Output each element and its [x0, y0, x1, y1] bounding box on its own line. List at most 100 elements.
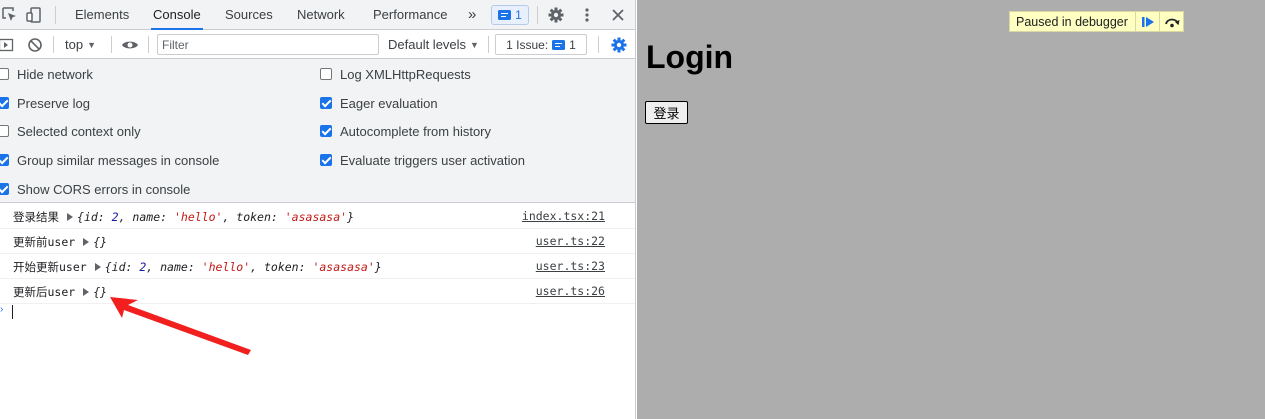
- checkbox[interactable]: [320, 154, 332, 166]
- tab-sources[interactable]: Sources: [223, 0, 275, 30]
- expand-triangle-icon[interactable]: [83, 238, 90, 246]
- issues-icon: [552, 39, 566, 50]
- option-eager-evaluation[interactable]: Eager evaluation: [320, 94, 438, 112]
- option-label: Selected context only: [17, 123, 141, 139]
- toolbar-separator: [598, 36, 599, 53]
- checkbox[interactable]: [320, 125, 332, 137]
- checkbox[interactable]: [0, 183, 9, 195]
- option-show-cors-errors[interactable]: Show CORS errors in console: [0, 180, 190, 198]
- option-label: Log XMLHttpRequests: [340, 66, 471, 82]
- paused-in-debugger-banner: Paused in debugger: [1009, 11, 1184, 32]
- source-link[interactable]: index.tsx:21: [522, 209, 605, 223]
- page-title: Login: [646, 39, 734, 75]
- source-link[interactable]: user.ts:26: [536, 284, 605, 298]
- log-label: 登录结果: [13, 210, 59, 224]
- option-group-similar[interactable]: Group similar messages in console: [0, 151, 219, 169]
- devtools-tabbar: Elements Console Sources Network Perform…: [0, 0, 635, 30]
- option-autocomplete-history[interactable]: Autocomplete from history: [320, 122, 491, 140]
- option-label: Group similar messages in console: [17, 152, 220, 168]
- log-object[interactable]: {id: 2, name: 'hello', token: 'asasasa'}: [105, 260, 382, 274]
- option-evaluate-triggers[interactable]: Evaluate triggers user activation: [320, 151, 525, 169]
- issues-button[interactable]: 1 Issue: 1: [495, 34, 587, 55]
- kebab-menu-icon[interactable]: [577, 5, 597, 25]
- log-label: 更新后user: [13, 285, 76, 299]
- console-input-cursor[interactable]: [12, 305, 13, 319]
- log-object[interactable]: {}: [93, 285, 107, 299]
- log-message: 登录结果 {id: 2, name: 'hello', token: 'asasa…: [13, 209, 354, 225]
- checkbox[interactable]: [0, 97, 9, 109]
- checkbox[interactable]: [0, 125, 9, 137]
- option-label: Preserve log: [17, 95, 90, 111]
- tabbar-separator: [537, 6, 538, 24]
- log-message: 更新后user {}: [13, 284, 107, 300]
- option-hide-network[interactable]: Hide network: [0, 65, 93, 83]
- gear-icon[interactable]: [546, 5, 566, 25]
- option-label: Evaluate triggers user activation: [340, 152, 525, 168]
- tabbar-separator: [55, 6, 56, 24]
- log-object[interactable]: {id: 2, name: 'hello', token: 'asasasa'}: [77, 210, 354, 224]
- login-button[interactable]: 登录: [645, 101, 688, 124]
- checkbox[interactable]: [0, 68, 9, 80]
- console-settings-gear-icon[interactable]: [609, 35, 629, 55]
- context-selector[interactable]: top ▼: [65, 30, 96, 59]
- step-over-icon: [1164, 18, 1179, 27]
- log-levels-value: Default levels: [388, 37, 467, 52]
- option-selected-context-only[interactable]: Selected context only: [0, 122, 141, 140]
- tab-performance[interactable]: Performance: [371, 0, 449, 30]
- issues-label: 1 Issue:: [506, 37, 549, 52]
- console-toolbar: top▼ Default levels▼ 1 Issue: 1: [0, 30, 635, 59]
- context-value: top: [65, 37, 84, 52]
- chevron-down-icon: ▼: [470, 40, 479, 50]
- messages-badge[interactable]: 1: [491, 5, 529, 25]
- log-label: 更新前user: [13, 235, 76, 249]
- tab-elements[interactable]: Elements: [73, 0, 131, 30]
- messages-count: 1: [515, 8, 522, 22]
- tab-console[interactable]: Console: [151, 0, 203, 30]
- toolbar-separator: [53, 36, 54, 53]
- toolbar-separator: [148, 36, 149, 53]
- chevron-down-icon: ▼: [87, 40, 96, 50]
- option-label: Show CORS errors in console: [17, 181, 191, 197]
- log-row: 开始更新user {id: 2, name: 'hello', token: 'a…: [0, 254, 635, 279]
- source-link[interactable]: user.ts:22: [536, 234, 605, 248]
- resume-icon: [1141, 16, 1154, 27]
- device-toolbar-icon[interactable]: [24, 5, 44, 25]
- prompt-chevron-icon: ›: [0, 304, 4, 315]
- messages-icon: [498, 10, 512, 20]
- resume-button[interactable]: [1135, 12, 1159, 31]
- log-levels-dropdown[interactable]: Default levels ▼: [388, 30, 479, 59]
- inspect-icon[interactable]: [0, 5, 20, 25]
- issues-count: 1: [569, 37, 576, 52]
- option-label: Hide network: [17, 66, 93, 82]
- toolbar-separator: [111, 36, 112, 53]
- log-object[interactable]: {}: [93, 235, 107, 249]
- step-over-button[interactable]: [1159, 12, 1183, 31]
- expand-triangle-icon[interactable]: [94, 263, 101, 271]
- expand-triangle-icon[interactable]: [83, 288, 90, 296]
- close-icon[interactable]: [608, 5, 628, 25]
- inspected-page: Paused in debugger Login 登录: [637, 0, 1265, 419]
- log-row: 登录结果 {id: 2, name: 'hello', token: 'asasa…: [0, 204, 635, 229]
- expand-triangle-icon[interactable]: [67, 213, 73, 221]
- option-preserve-log[interactable]: Preserve log: [0, 94, 90, 112]
- checkbox[interactable]: [320, 97, 332, 109]
- log-row: 更新后user {} user.ts:26: [0, 279, 635, 304]
- toolbar-separator: [488, 36, 489, 53]
- log-message: 更新前user {}: [13, 234, 107, 250]
- checkbox[interactable]: [320, 68, 332, 80]
- option-label: Eager evaluation: [340, 95, 438, 111]
- option-log-xmlhttprequests[interactable]: Log XMLHttpRequests: [320, 65, 471, 83]
- console-settings-panel: Hide network Preserve log Selected conte…: [0, 59, 635, 203]
- devtools-panel: Elements Console Sources Network Perform…: [0, 0, 636, 419]
- more-tabs-button[interactable]: »: [466, 0, 478, 30]
- tab-network[interactable]: Network: [295, 0, 347, 30]
- checkbox[interactable]: [0, 154, 9, 166]
- paused-text: Paused in debugger: [1016, 14, 1128, 29]
- log-row: 更新前user {} user.ts:22: [0, 229, 635, 254]
- eye-icon[interactable]: [120, 35, 140, 55]
- source-link[interactable]: user.ts:23: [536, 259, 605, 273]
- clear-console-icon[interactable]: [25, 35, 45, 55]
- filter-input[interactable]: [157, 34, 379, 55]
- option-label: Autocomplete from history: [340, 123, 492, 139]
- sidebar-toggle-icon[interactable]: [0, 35, 16, 55]
